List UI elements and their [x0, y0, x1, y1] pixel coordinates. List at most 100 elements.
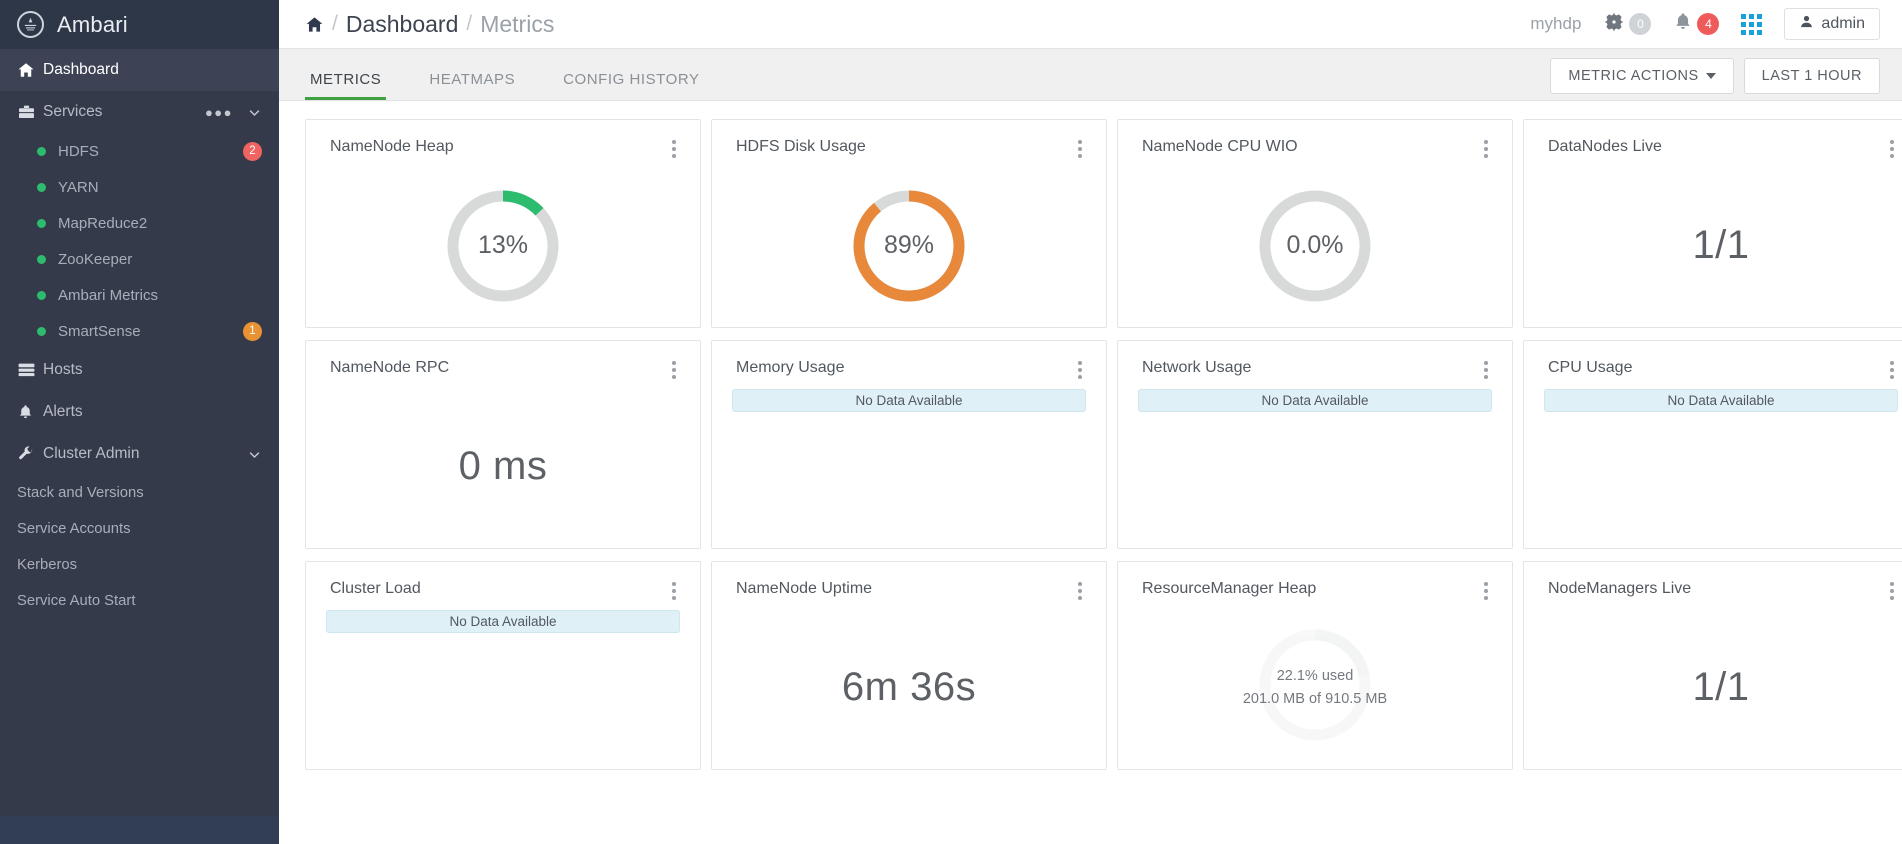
status-dot-icon [37, 146, 46, 156]
sidebar-brand[interactable]: Ambari [0, 0, 279, 49]
breadcrumb-separator: / [466, 12, 473, 35]
widget-body: 1/1 [1524, 164, 1902, 327]
widget-namenode-rpc[interactable]: NameNode RPC 0 ms [305, 340, 701, 549]
kebab-menu-icon[interactable] [1888, 138, 1896, 160]
widget-namenode-heap[interactable]: NameNode Heap 13% [305, 119, 701, 328]
status-badge: 2 [243, 141, 262, 161]
kebab-menu-icon[interactable] [1482, 359, 1490, 381]
breadcrumb-separator: / [332, 12, 338, 35]
widget-title: DataNodes Live [1548, 138, 1662, 155]
sidebar-item-service-accounts[interactable]: Service Accounts [0, 511, 279, 547]
service-label: HDFS [58, 142, 99, 160]
no-data-message: No Data Available [1544, 389, 1898, 412]
widget-value: 1/1 [1692, 223, 1750, 267]
metrics-content: NameNode Heap 13% HDFS Disk Usage 89% Na… [279, 101, 1902, 844]
kebab-menu-icon[interactable] [1888, 359, 1896, 381]
kebab-menu-icon[interactable] [1076, 138, 1084, 160]
bell-icon [17, 403, 43, 421]
kebab-menu-icon[interactable] [1888, 580, 1896, 602]
brand-title: Ambari [57, 11, 128, 37]
status-dot-icon [37, 326, 46, 336]
ellipsis-icon[interactable]: ●●● [205, 106, 233, 119]
tab-heatmaps[interactable]: HEATMAPS [424, 71, 520, 100]
cluster-name-label: myhdp [1530, 14, 1582, 33]
service-item[interactable]: MapReduce2 [0, 205, 279, 241]
sidebar-item-alerts[interactable]: Alerts [0, 391, 279, 433]
service-item[interactable]: SmartSense 1 [0, 313, 279, 349]
widget-title: NodeManagers Live [1548, 580, 1692, 597]
briefcase-icon [17, 103, 43, 121]
widget-datanodes-live[interactable]: DataNodes Live 1/1 [1523, 119, 1902, 328]
widget-network-usage[interactable]: Network Usage No Data Available [1117, 340, 1513, 549]
service-label: YARN [58, 178, 99, 196]
grid-apps-icon[interactable] [1741, 13, 1763, 35]
widget-body: 89% [712, 164, 1106, 327]
widget-grid: NameNode Heap 13% HDFS Disk Usage 89% Na… [305, 119, 1902, 770]
sidebar: Ambari Dashboard Services ●●● HDFS 2 YAR… [0, 0, 279, 844]
service-item[interactable]: YARN [0, 169, 279, 205]
kebab-menu-icon[interactable] [670, 359, 678, 381]
home-icon[interactable] [305, 15, 324, 34]
sidebar-item-services[interactable]: Services ●●● [0, 91, 279, 133]
widget-resourcemanager-heap[interactable]: ResourceManager Heap 22.1% used 201.0 MB… [1117, 561, 1513, 770]
sidebar-item-stack-and-versions[interactable]: Stack and Versions [0, 475, 279, 511]
tab-config-history[interactable]: CONFIG HISTORY [558, 71, 704, 100]
kebab-menu-icon[interactable] [1482, 580, 1490, 602]
no-data-message: No Data Available [1138, 389, 1492, 412]
service-label: ZooKeeper [58, 250, 133, 268]
cluster-admin-sublist: Stack and Versions Service Accounts Kerb… [0, 475, 279, 619]
home-icon [17, 61, 43, 79]
widget-value: 0 ms [458, 444, 548, 488]
wrench-icon [17, 445, 43, 463]
widget-hdfs-disk-usage[interactable]: HDFS Disk Usage 89% [711, 119, 1107, 328]
ambari-logo-icon [17, 11, 44, 38]
bell-icon [1673, 11, 1693, 37]
widget-cpu-usage[interactable]: CPU Usage No Data Available [1523, 340, 1902, 549]
background-operations-button[interactable]: 0 [1603, 11, 1652, 38]
metric-actions-button[interactable]: METRIC ACTIONS [1550, 58, 1734, 94]
service-item[interactable]: HDFS 2 [0, 133, 279, 169]
widget-memory-usage[interactable]: Memory Usage No Data Available [711, 340, 1107, 549]
top-bar: / Dashboard / Metrics myhdp 0 4 admin [279, 0, 1902, 49]
tab-metrics[interactable]: METRICS [305, 71, 387, 100]
widget-body: 6m 36s [712, 606, 1106, 769]
user-menu-button[interactable]: admin [1784, 8, 1880, 40]
widget-title: ResourceManager Heap [1142, 580, 1317, 597]
kebab-menu-icon[interactable] [1076, 359, 1084, 381]
breadcrumb-dashboard[interactable]: Dashboard [346, 11, 459, 38]
service-item[interactable]: Ambari Metrics [0, 277, 279, 313]
chevron-down-icon[interactable] [247, 105, 262, 120]
widget-namenode-cpu-wio[interactable]: NameNode CPU WIO 0.0% [1117, 119, 1513, 328]
gauge-value: 0.0% [1286, 231, 1344, 259]
main-area: / Dashboard / Metrics myhdp 0 4 admin ME… [279, 0, 1902, 844]
widget-namenode-uptime[interactable]: NameNode Uptime 6m 36s [711, 561, 1107, 770]
service-item[interactable]: ZooKeeper [0, 241, 279, 277]
service-list: HDFS 2 YARN MapReduce2 ZooKeeper Ambari … [0, 133, 279, 349]
tabs-actions: METRIC ACTIONS LAST 1 HOUR [1550, 58, 1880, 100]
sidebar-item-dashboard[interactable]: Dashboard [0, 49, 279, 91]
sidebar-item-services-label: Services [43, 103, 103, 120]
heap-size-line: 201.0 MB of 910.5 MB [1242, 690, 1388, 707]
sidebar-item-hosts[interactable]: Hosts [0, 349, 279, 391]
kebab-menu-icon[interactable] [1076, 580, 1084, 602]
chevron-down-icon[interactable] [247, 447, 262, 462]
widget-nodemanagers-live[interactable]: NodeManagers Live 1/1 [1523, 561, 1902, 770]
heap-percent-line: 22.1% used [1276, 668, 1354, 685]
breadcrumb-metrics: Metrics [480, 10, 555, 37]
sidebar-item-cluster-admin[interactable]: Cluster Admin [0, 433, 279, 475]
kebab-menu-icon[interactable] [1482, 138, 1490, 160]
sidebar-item-service-auto-start[interactable]: Service Auto Start [0, 583, 279, 619]
kebab-menu-icon[interactable] [670, 138, 678, 160]
sidebar-item-kerberos[interactable]: Kerberos [0, 547, 279, 583]
time-range-button[interactable]: LAST 1 HOUR [1743, 58, 1880, 94]
kebab-menu-icon[interactable] [670, 580, 678, 602]
heap-gauge-wrapper: 22.1% used 201.0 MB of 910.5 MB [1243, 629, 1387, 741]
app-root: Ambari Dashboard Services ●●● HDFS 2 YAR… [0, 0, 1902, 844]
widget-value: 6m 36s [841, 665, 977, 709]
widget-cluster-load[interactable]: Cluster Load No Data Available [305, 561, 701, 770]
widget-title: NameNode Uptime [736, 580, 873, 597]
alerts-button[interactable]: 4 [1673, 11, 1720, 37]
sidebar-footer [0, 816, 279, 844]
heap-tooltip: 22.1% used 201.0 MB of 910.5 MB [1243, 665, 1387, 710]
widget-value: 1/1 [1692, 665, 1750, 709]
